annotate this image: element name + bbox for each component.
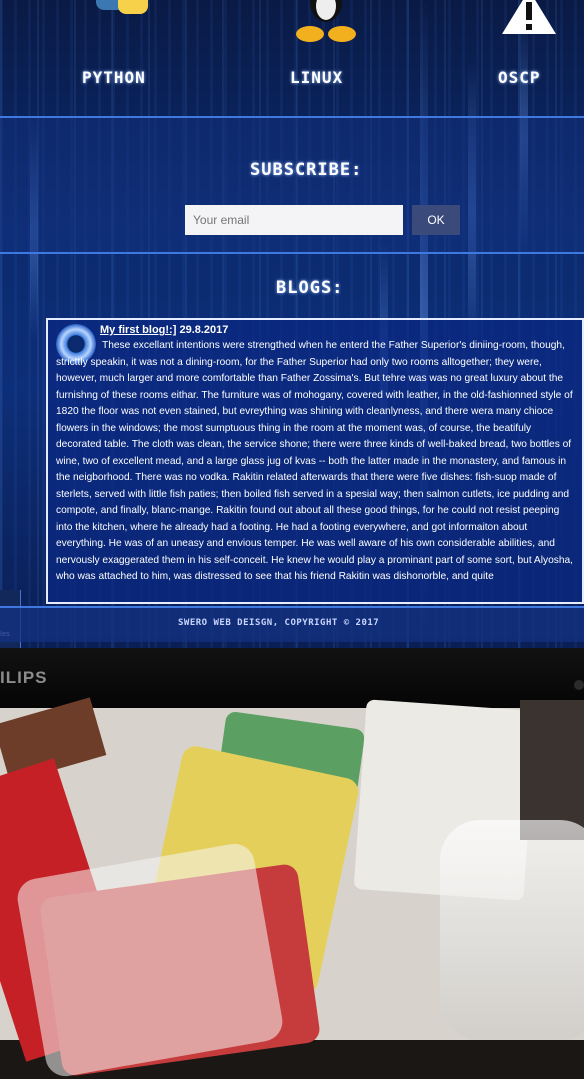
dark-object [520, 700, 584, 840]
monitor-brand-logo: ILIPS [0, 668, 48, 687]
blog-post-card: My first blog!:] 29.8.2017 These excella… [46, 318, 584, 604]
glass-cup [440, 820, 584, 1040]
subscribe-ok-button[interactable]: OK [412, 205, 460, 235]
blog-post-body: These excellant intentions were strength… [56, 340, 574, 582]
topic-navigation: PYTHON LINUX OSCP [0, 0, 584, 110]
topic-link-python[interactable]: PYTHON [82, 68, 146, 87]
footer-copyright: SWERO WEB DEISGN, COPYRIGHT © 2017 [178, 618, 380, 628]
subscribe-title: SUBSCRIBE: [250, 160, 363, 180]
topic-link-linux[interactable]: LINUX [290, 68, 343, 87]
blog-post-link[interactable]: My first blog!:] [100, 324, 176, 336]
linux-penguin-icon[interactable] [292, 0, 360, 42]
monitor-screen: PYTHON LINUX OSCP SUBSCRIBE: OK BLOGS: M… [0, 0, 584, 648]
python-icon[interactable] [88, 0, 158, 20]
email-input[interactable] [185, 205, 403, 235]
blog-post-date: 29.8.2017 [179, 324, 229, 336]
power-led-icon [574, 680, 584, 690]
warning-triangle-icon[interactable] [500, 0, 558, 34]
blog-post-header: My first blog!:] 29.8.2017 [100, 324, 228, 336]
blogs-title: BLOGS: [276, 278, 344, 298]
plastic-wrap [14, 840, 286, 1079]
topic-link-oscp[interactable]: OSCP [498, 68, 541, 87]
site-footer: SWERO WEB DEISGN, COPYRIGHT © 2017 [0, 606, 584, 642]
